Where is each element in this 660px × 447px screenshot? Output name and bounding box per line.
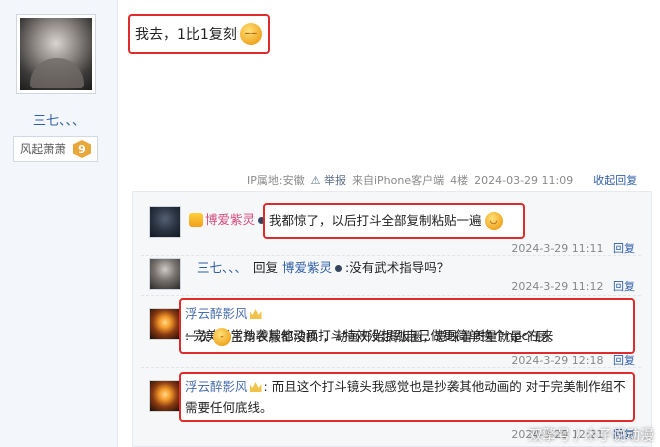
reply-to-username[interactable]: 博爱紫灵 [282, 257, 332, 279]
list-item: 浮云醉影风 : 完美经常抄袭其他动画打斗特效没想到自己做更简单换个npc在来 一… [141, 296, 641, 368]
list-item: 博爱紫灵 我都惊了，以后打斗全部复制粘贴一遍 ◡ 2024-3-29 11:11… [141, 200, 641, 256]
post-meta: IP属地:安徽 ⚠ 举报 来自iPhone客户端 4楼 2024-03-29 1… [247, 172, 647, 188]
reply-avatar[interactable] [149, 258, 181, 290]
poster-sidebar: 三七、、、 风起萧萧 9 [0, 0, 118, 447]
member-dot-icon [335, 264, 343, 272]
crown-icon [249, 382, 262, 392]
reply-button[interactable]: 回复 [613, 242, 635, 255]
reply-username[interactable]: 博爱紫灵 [205, 209, 255, 231]
warning-icon: ⚠ [310, 174, 321, 187]
watermark: 双擎号 / 木子说动漫 [528, 428, 654, 444]
reply-prefix: 回复 [253, 260, 279, 275]
reply-highlight: 我都惊了，以后打斗全部复制粘贴一遍 ◡ [263, 203, 525, 239]
reply-avatar[interactable] [149, 308, 181, 340]
reply-content: 三七、、、 回复 博爱紫灵 :没有武术指导吗？ [197, 257, 449, 279]
reply-text: 我都惊了，以后打斗全部复制粘贴一遍 [269, 213, 482, 228]
list-item: 三七、、、 回复 博爱紫灵 :没有武术指导吗？ 2024-3-29 11:12 … [141, 256, 641, 296]
poster-name[interactable]: 三七、、、 [0, 110, 118, 129]
avatar-image [20, 18, 92, 90]
reply-avatar[interactable] [149, 206, 181, 238]
reply-button[interactable]: 回复 [613, 280, 635, 293]
reply-time: 2024-3-29 12:18 [511, 354, 604, 367]
reply-text: :没有武术指导吗？ [345, 260, 450, 275]
reply-highlight: 浮云醉影风 : 完美经常抄袭其他动画打斗特效没想到自己做更简单换个npc在来 一… [179, 298, 635, 354]
post-time: 2024-03-29 11:09 [474, 173, 574, 187]
vip-icon [189, 213, 203, 227]
smile-emoji-icon: ◡ [484, 212, 503, 230]
report-link[interactable]: ⚠ 举报 [311, 172, 346, 188]
reply-highlight: 浮云醉影风 : 而且这个打斗镜头我感觉也是抄袭其他动画的 对于完美制作组不 需要… [179, 372, 635, 422]
report-label: 举报 [323, 174, 346, 187]
angry-emoji-icon: ‒‒ [239, 23, 262, 45]
reply-footer: 2024-3-29 12:18 回复 [511, 352, 635, 368]
reply-text-line2a: 一次 [185, 329, 211, 344]
crown-icon [249, 309, 262, 319]
reply-footer: 2024-3-29 11:12 回复 [511, 278, 635, 294]
reply-text-line2b: 主角衣服都没换 ，动画开始搞饭圈，意味着质量就是个屁。 [231, 329, 560, 344]
reply-user-block: 博爱紫灵 [187, 209, 268, 231]
poster-avatar[interactable] [16, 14, 96, 94]
ip-location: IP属地:安徽 [247, 174, 305, 187]
reply-time: 2024-3-29 11:11 [511, 242, 604, 255]
post-text: 我去，1比1复刻 [135, 27, 237, 43]
reply-text-line1: : 而且这个打斗镜头我感觉也是抄袭其他动画的 对于完美制作组不 [263, 379, 626, 394]
reply-avatar[interactable] [149, 380, 181, 412]
member-title-badge[interactable]: 风起萧萧 9 [13, 136, 98, 162]
reply-username[interactable]: 浮云醉影风 [185, 303, 248, 325]
reply-list: 博爱紫灵 我都惊了，以后打斗全部复制粘贴一遍 ◡ 2024-3-29 11:11… [132, 191, 652, 447]
reply-username[interactable]: 浮云醉影风 [185, 376, 248, 398]
reply-text-line2: 需要任何底线。 [185, 400, 273, 415]
post-content: 我去，1比1复刻 ‒‒ [128, 14, 270, 54]
member-title: 风起萧萧 [20, 142, 66, 156]
post-source: 来自iPhone客户端 [351, 174, 445, 187]
reply-button[interactable]: 回复 [613, 354, 635, 367]
reply-time: 2024-3-29 11:12 [511, 280, 604, 293]
post-floor: 4楼 [450, 174, 469, 187]
reply-username[interactable]: 三七、、、 [197, 257, 247, 279]
level-badge: 9 [73, 140, 91, 158]
collapse-reply-link[interactable]: 收起回复 [593, 172, 637, 188]
embarrassed-emoji-icon: ‐ [213, 328, 232, 346]
reply-footer: 2024-3-29 11:11 回复 [511, 240, 635, 256]
